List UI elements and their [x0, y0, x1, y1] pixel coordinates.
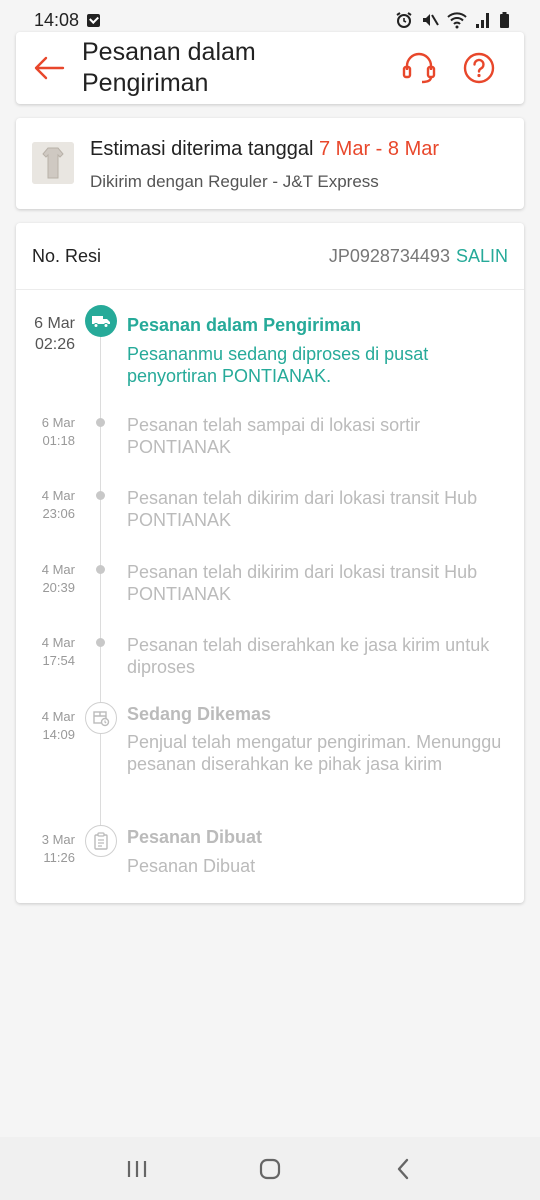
resi-row: No. Resi JP0928734493 SALIN: [16, 223, 524, 290]
event-date: 3 Mar 11:26: [16, 831, 75, 867]
recents-icon: [127, 1160, 146, 1177]
timeline-dot: [96, 491, 105, 500]
signal-icon: [476, 13, 489, 28]
event-time: 02:26: [34, 336, 75, 353]
event-date: 6 Mar 01:18: [16, 414, 75, 450]
event-date: 4 Mar 20:39: [16, 561, 75, 597]
timeline-dot: [96, 418, 105, 427]
status-icons: [395, 11, 510, 29]
system-back-button[interactable]: [373, 1144, 433, 1194]
help-icon: [463, 52, 495, 84]
event-description: Pesanan Dibuat: [127, 856, 256, 876]
header-actions: [398, 47, 524, 89]
clothing-image-icon: [32, 142, 74, 184]
event-date: 4 Mar 17:54: [16, 634, 75, 670]
timeline-dot: [96, 565, 105, 574]
alarm-icon: [396, 12, 412, 28]
event-day: 4 Mar: [41, 488, 75, 503]
resi-number: JP0928734493: [328, 245, 450, 266]
app-header: Pesanan dalam Pengiriman: [16, 32, 524, 104]
event-title: Sedang Dikemas: [127, 704, 272, 724]
help-button[interactable]: [458, 47, 500, 89]
event-day: 4 Mar: [41, 709, 75, 724]
event-day: 4 Mar: [41, 635, 75, 650]
system-nav-bar: [0, 1137, 540, 1200]
copy-resi-button[interactable]: SALIN: [456, 246, 508, 267]
battery-icon: [500, 12, 509, 28]
timeline-line: [100, 331, 101, 841]
event-day: 4 Mar: [41, 562, 75, 577]
event-time: 11:26: [43, 850, 75, 865]
estimate-text: Estimasi diterima tanggal 7 Mar - 8 Mar: [90, 138, 439, 161]
package-icon: [85, 702, 117, 734]
shipping-method: Dikirim dengan Reguler - J&T Express: [90, 172, 379, 191]
event-description: Pesanan telah dikirim dari lokasi transi…: [127, 562, 478, 604]
event-title: Pesanan Dibuat: [127, 827, 263, 847]
wifi-icon: [447, 12, 467, 29]
home-icon: [259, 1158, 281, 1179]
event-date: 6 Mar 02:26: [16, 313, 75, 355]
truck-icon: [85, 305, 117, 337]
headset-icon: [402, 52, 436, 84]
back-arrow-icon: [34, 56, 65, 80]
estimate-prefix: Estimasi diterima tanggal: [90, 138, 314, 160]
event-description: Pesanan telah dikirim dari lokasi transi…: [127, 488, 478, 530]
timeline-dot: [96, 638, 105, 647]
event-day: 6 Mar: [41, 415, 75, 430]
chat-support-button[interactable]: [398, 47, 440, 89]
event-description: Penjual telah mengatur pengiriman. Menun…: [127, 732, 502, 774]
chevron-left-icon: [398, 1158, 409, 1179]
event-day: 3 Mar: [41, 832, 75, 847]
status-time: 14:08: [34, 9, 80, 30]
event-time: 14:09: [42, 727, 75, 742]
page-title: Pesanan dalam Pengiriman: [82, 38, 256, 97]
event-time: 01:18: [42, 433, 75, 448]
event-day: 6 Mar: [34, 315, 75, 332]
event-time: 20:39: [42, 580, 75, 595]
event-description: Pesanan telah diserahkan ke jasa kirim u…: [127, 635, 490, 677]
back-button[interactable]: [16, 32, 82, 104]
mute-icon: [423, 14, 439, 26]
event-title: Pesanan dalam Pengiriman: [127, 315, 362, 335]
estimate-date-range: 7 Mar - 8 Mar: [319, 138, 440, 160]
event-description: Pesananmu sedang diproses di pusat penyo…: [127, 344, 429, 386]
tracking-card: No. Resi JP0928734493 SALIN 6 Mar 02:26 …: [16, 223, 524, 903]
notification-check-icon: [87, 13, 101, 27]
product-thumbnail: [32, 142, 74, 184]
event-date: 4 Mar 14:09: [16, 708, 75, 744]
event-description: Pesanan telah sampai di lokasi sortir PO…: [127, 415, 421, 457]
event-time: 23:06: [42, 506, 75, 521]
recent-apps-button[interactable]: [107, 1144, 167, 1194]
event-time: 17:54: [42, 653, 75, 668]
resi-label: No. Resi: [32, 245, 102, 266]
home-button[interactable]: [240, 1144, 300, 1194]
delivery-estimate-card[interactable]: Estimasi diterima tanggal 7 Mar - 8 Mar …: [16, 118, 524, 209]
event-date: 4 Mar 23:06: [16, 487, 75, 523]
clipboard-icon: [85, 825, 117, 857]
